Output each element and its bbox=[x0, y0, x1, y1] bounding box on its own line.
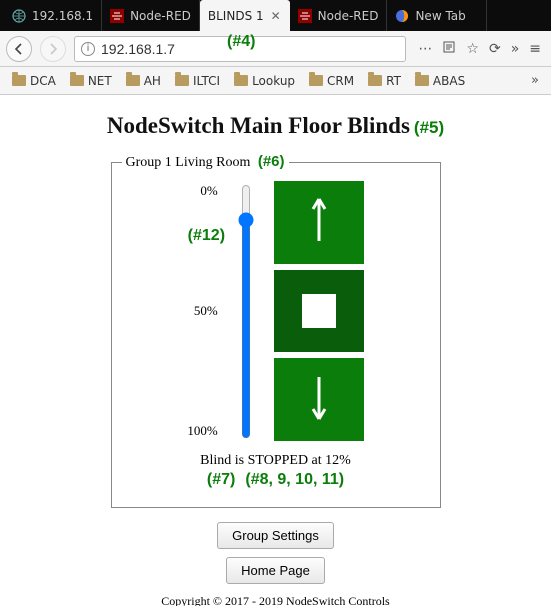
arrow-up-icon bbox=[309, 197, 329, 247]
folder-icon bbox=[175, 75, 189, 86]
browser-tab-label: BLINDS 1 bbox=[208, 9, 264, 23]
arrow-down-icon bbox=[309, 375, 329, 425]
bookmark-folder[interactable]: Lookup bbox=[228, 72, 301, 90]
refresh-icon[interactable]: ⟳ bbox=[489, 41, 501, 57]
folder-icon bbox=[234, 75, 248, 86]
annotation-12: (#12) bbox=[188, 227, 225, 245]
nodered-icon bbox=[110, 9, 124, 23]
group-legend: Group 1 Living Room (#6) bbox=[122, 153, 289, 171]
site-info-icon[interactable]: i bbox=[81, 42, 95, 56]
folder-icon bbox=[309, 75, 323, 86]
browser-tab-1[interactable]: Node-RED bbox=[102, 0, 200, 31]
page-content: NodeSwitch Main Floor Blinds(#5) Group 1… bbox=[0, 95, 551, 606]
bookmark-folder[interactable]: NET bbox=[64, 72, 118, 90]
raise-button[interactable] bbox=[274, 181, 364, 264]
stop-icon bbox=[302, 294, 336, 328]
browser-tab-label: Node-RED bbox=[318, 9, 379, 23]
tick-50: 50% bbox=[194, 303, 218, 319]
back-button[interactable] bbox=[6, 36, 32, 62]
browser-tab-strip: 192.168.1 Node-RED BLINDS 1 ✕ Node-RED N… bbox=[0, 0, 551, 31]
browser-tab-4[interactable]: New Tab bbox=[387, 0, 487, 31]
position-slider[interactable] bbox=[236, 184, 256, 439]
folder-icon bbox=[415, 75, 429, 86]
browser-tab-active[interactable]: BLINDS 1 ✕ bbox=[200, 0, 290, 31]
slider-ticks: 0% 50% 100% bbox=[187, 181, 217, 441]
nodered-icon bbox=[298, 9, 312, 23]
bookmark-folder[interactable]: CRM bbox=[303, 72, 360, 90]
stop-button[interactable] bbox=[274, 270, 364, 353]
folder-icon bbox=[70, 75, 84, 86]
bookmark-folder[interactable]: ABAS bbox=[409, 72, 471, 90]
browser-nav-toolbar: i ⋯ ☆ ⟳ » ≡ bbox=[0, 31, 551, 67]
bookmark-folder[interactable]: AH bbox=[120, 72, 167, 90]
browser-tab-3[interactable]: Node-RED bbox=[290, 0, 388, 31]
annotation-7: (#7) bbox=[207, 471, 235, 489]
annotation-8-11: (#8, 9, 10, 11) bbox=[245, 471, 344, 489]
status-text: Blind is STOPPED at 12% (#7) (#8, 9, 10,… bbox=[122, 453, 430, 489]
folder-icon bbox=[126, 75, 140, 86]
bookmarks-overflow-icon[interactable]: » bbox=[525, 73, 545, 88]
globe-icon bbox=[12, 9, 26, 23]
more-icon[interactable]: ⋯ bbox=[418, 41, 432, 57]
browser-tab-label: Node-RED bbox=[130, 9, 191, 23]
folder-icon bbox=[368, 75, 382, 86]
annotation-6: (#6) bbox=[258, 153, 285, 170]
bookmarks-bar: DCA NET AH ILTCI Lookup CRM RT ABAS » bbox=[0, 67, 551, 95]
lower-button[interactable] bbox=[274, 358, 364, 441]
annotation-5: (#5) bbox=[414, 118, 444, 137]
bookmark-folder[interactable]: ILTCI bbox=[169, 72, 226, 90]
browser-tab-label: New Tab bbox=[415, 9, 478, 23]
bookmark-folder[interactable]: RT bbox=[362, 72, 407, 90]
bookmark-star-icon[interactable]: ☆ bbox=[466, 41, 479, 57]
browser-tab-0[interactable]: 192.168.1 bbox=[4, 0, 102, 31]
page-title: NodeSwitch Main Floor Blinds(#5) bbox=[0, 113, 551, 139]
close-icon[interactable]: ✕ bbox=[270, 10, 282, 22]
tick-0: 0% bbox=[200, 183, 217, 199]
copyright: Copyright © 2017 - 2019 NodeSwitch Contr… bbox=[0, 594, 551, 606]
home-page-button[interactable]: Home Page bbox=[226, 557, 325, 584]
overflow-chevron-icon[interactable]: » bbox=[511, 41, 520, 57]
menu-icon[interactable]: ≡ bbox=[529, 41, 541, 57]
group-settings-button[interactable]: Group Settings bbox=[217, 522, 334, 549]
bookmark-folder[interactable]: DCA bbox=[6, 72, 62, 90]
forward-button[interactable] bbox=[40, 36, 66, 62]
group-fieldset: Group 1 Living Room (#6) 0% 50% 100% (#1… bbox=[111, 153, 441, 508]
browser-tab-label: 192.168.1 bbox=[32, 9, 93, 23]
reader-icon[interactable] bbox=[442, 40, 456, 58]
folder-icon bbox=[12, 75, 26, 86]
tick-100: 100% bbox=[187, 423, 217, 439]
annotation-4: (#4) bbox=[227, 33, 255, 51]
firefox-icon bbox=[395, 9, 409, 23]
